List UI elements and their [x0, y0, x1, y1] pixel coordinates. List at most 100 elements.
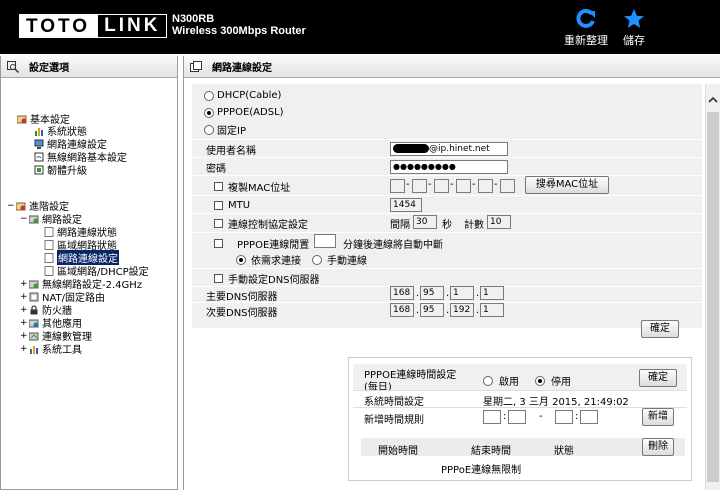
expand-icon[interactable]: +	[20, 305, 28, 315]
clone-mac-checkbox[interactable]	[214, 182, 223, 191]
delete-rule-button[interactable]: 刪除	[642, 438, 674, 456]
totolink-logo: TOTO LINK	[19, 14, 168, 38]
lock-icon	[30, 304, 38, 314]
collapse-icon[interactable]: −	[7, 201, 15, 211]
wan-dhcp-radio[interactable]	[204, 90, 214, 101]
manual-connect-option[interactable]: 手動連線	[312, 252, 367, 267]
secondary-dns-2[interactable]: 95	[420, 303, 444, 317]
wan-dhcp-option[interactable]: DHCP(Cable)	[204, 88, 281, 103]
mac-separator: -	[406, 179, 410, 190]
secondary-dns-3[interactable]: 192	[450, 303, 474, 317]
wan-pppoe-option[interactable]: PPPOE(ADSL)	[204, 105, 284, 120]
mac-field-3[interactable]	[434, 179, 449, 193]
manual-dns-checkbox[interactable]	[214, 274, 223, 283]
folder-gear-icon	[16, 202, 26, 210]
start-hour-input[interactable]	[483, 410, 501, 424]
on-demand-option[interactable]: 依需求連接	[236, 252, 301, 267]
scan-mac-button[interactable]: 搜尋MAC位址	[525, 176, 609, 194]
mtu-row[interactable]: MTU	[214, 198, 250, 213]
col-status: 狀態	[554, 446, 574, 457]
start-minute-input[interactable]	[508, 410, 526, 424]
expand-icon[interactable]: +	[20, 292, 28, 302]
folder-gear-icon	[17, 115, 27, 123]
tree-firmware[interactable]: 韌體升級	[34, 163, 87, 177]
expand-icon[interactable]: +	[20, 318, 28, 328]
idle-checkbox[interactable]	[214, 239, 223, 248]
wan-static-option[interactable]: 固定IP	[204, 122, 246, 137]
redacted-mark	[393, 144, 429, 153]
wan-static-radio[interactable]	[204, 124, 214, 135]
wan-dhcp-label: DHCP(Cable)	[217, 90, 282, 101]
divider	[192, 195, 702, 196]
expand-icon[interactable]: +	[20, 279, 28, 289]
count-input[interactable]: 10	[487, 215, 511, 229]
wan-static-label: 固定IP	[217, 126, 246, 137]
mac-separator: -	[428, 179, 432, 190]
username-value: @ip.hinet.net	[429, 144, 490, 154]
confirm-button[interactable]: 確定	[641, 320, 679, 338]
mac-field-5[interactable]	[478, 179, 493, 193]
mtu-checkbox[interactable]	[214, 201, 223, 210]
username-input[interactable]: @ip.hinet.net	[390, 142, 508, 156]
idle-suffix: 分鐘後連線將自動中斷	[343, 240, 443, 251]
divider	[192, 286, 702, 287]
page-icon	[44, 226, 54, 237]
mac-field-4[interactable]	[456, 179, 471, 193]
mac-field-1[interactable]	[390, 179, 405, 193]
wan-settings-form: DHCP(Cable) PPPOE(ADSL) 固定IP 使用者名稱 @ip.h…	[192, 84, 702, 328]
time-colon: :	[575, 411, 579, 422]
firmware-icon	[34, 165, 44, 174]
mac-field-2[interactable]	[412, 179, 427, 193]
schedule-enable-radio[interactable]	[483, 375, 493, 386]
connection-icon	[29, 332, 39, 340]
mac-separator: -	[450, 179, 454, 190]
add-rule-button[interactable]: 新增	[642, 408, 674, 426]
manual-dns-row[interactable]: 手動設定DNS伺服器	[214, 271, 320, 286]
username-label: 使用者名稱	[206, 146, 256, 157]
schedule-disable-option[interactable]: 停用	[535, 373, 571, 388]
scroll-thumb[interactable]	[707, 112, 719, 482]
on-demand-radio[interactable]	[236, 254, 246, 265]
divider	[192, 139, 702, 140]
mtu-input[interactable]: 1454	[390, 198, 422, 212]
model-info: N300RB Wireless 300Mbps Router	[172, 13, 306, 37]
wireless-icon	[34, 152, 44, 161]
schedule-enable-option[interactable]: 啟用	[483, 373, 519, 388]
secondary-dns-1[interactable]: 168	[390, 303, 414, 317]
divider	[192, 175, 702, 176]
schedule-confirm-button[interactable]: 確定	[639, 369, 677, 387]
refresh-button[interactable]: 重新整理	[561, 8, 611, 48]
clone-mac-row[interactable]: 複製MAC位址	[214, 179, 290, 194]
expand-icon[interactable]: +	[20, 344, 28, 354]
idle-row[interactable]: PPPOE連線閒置	[214, 236, 309, 251]
vertical-scrollbar[interactable]	[705, 84, 720, 490]
save-button[interactable]: 儲存	[609, 8, 659, 48]
interval-input[interactable]: 30	[413, 215, 437, 229]
sidebar-title: 設定選項	[29, 63, 69, 74]
apps-icon	[29, 319, 39, 327]
manual-connect-radio[interactable]	[312, 254, 322, 265]
divider	[192, 157, 702, 158]
keepalive-checkbox[interactable]	[214, 219, 223, 228]
secondary-dns-4[interactable]: 1	[480, 303, 504, 317]
wan-pppoe-radio[interactable]	[204, 107, 214, 118]
end-minute-input[interactable]	[580, 410, 598, 424]
page-icon	[44, 252, 54, 263]
password-input[interactable]: ●●●●●●●●●	[390, 160, 508, 174]
idle-minutes-input[interactable]	[314, 234, 336, 248]
computer-icon	[34, 139, 44, 149]
scroll-up-icon[interactable]	[706, 94, 720, 106]
schedule-disable-radio[interactable]	[535, 375, 545, 386]
collapse-icon[interactable]: −	[20, 214, 28, 224]
primary-dns-3[interactable]: 1	[450, 286, 474, 300]
primary-dns-4[interactable]: 1	[480, 286, 504, 300]
primary-dns-2[interactable]: 95	[420, 286, 444, 300]
refresh-icon	[576, 8, 595, 28]
expand-icon[interactable]: +	[20, 331, 28, 341]
primary-dns-1[interactable]: 168	[390, 286, 414, 300]
end-hour-input[interactable]	[555, 410, 573, 424]
wireless-icon	[29, 280, 39, 288]
tree-system-tools[interactable]: + 系統工具	[20, 342, 82, 357]
mac-field-6[interactable]	[500, 179, 515, 193]
keepalive-row[interactable]: 連線控制協定設定	[214, 216, 308, 231]
